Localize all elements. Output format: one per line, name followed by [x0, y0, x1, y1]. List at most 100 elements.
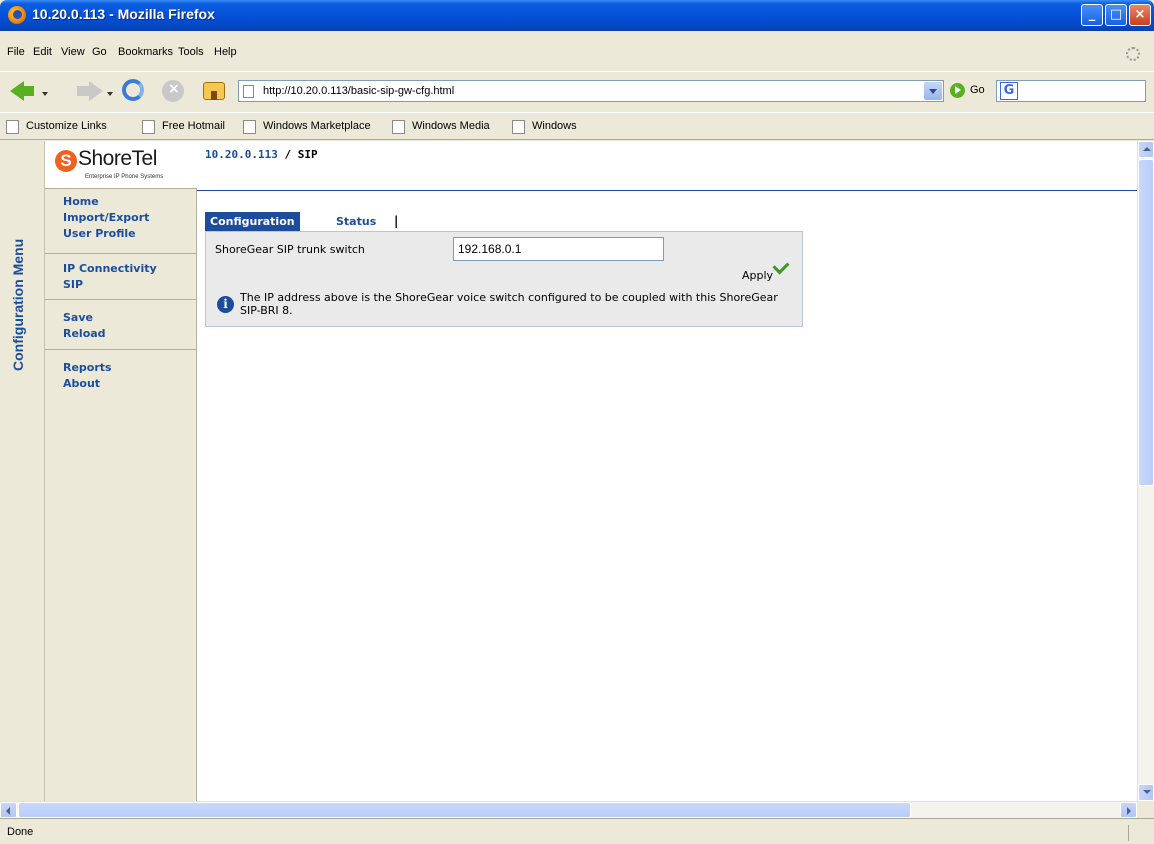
forward-arrow-icon [89, 81, 103, 101]
bookmark-page-icon [142, 120, 155, 134]
address-history-dropdown-icon[interactable] [924, 82, 942, 100]
go-button[interactable]: Go [950, 82, 990, 100]
shoretel-logo-icon: S [55, 150, 77, 172]
sidebar-item-home[interactable]: Home [63, 195, 99, 208]
close-window-button[interactable]: × [1129, 4, 1151, 26]
sidebar-item-about[interactable]: About [63, 377, 100, 390]
address-bar[interactable]: http://10.20.0.113/basic-sip-gw-cfg.html [238, 80, 944, 102]
main-panel: 10.20.0.113 / SIP Configuration Status |… [197, 141, 1137, 801]
logo: S ShoreTel Enterprise IP Phone Systems [45, 141, 197, 189]
go-icon [950, 83, 965, 98]
configuration-menu-strip[interactable]: Configuration Menu [0, 141, 45, 801]
vertical-scroll-thumb[interactable] [1138, 159, 1154, 486]
page-icon [243, 85, 254, 98]
window-title-bar[interactable]: 10.20.0.113 - Mozilla Firefox _ □ × [0, 0, 1154, 31]
sip-trunk-switch-label: ShoreGear SIP trunk switch [215, 243, 365, 256]
bookmark-label: Customize Links [26, 120, 107, 132]
bookmark-page-icon [512, 120, 525, 134]
scrollbar-corner [1137, 801, 1154, 818]
menu-view[interactable]: View [61, 46, 85, 58]
window-title: 10.20.0.113 - Mozilla Firefox [32, 6, 215, 22]
scroll-up-icon[interactable] [1138, 141, 1154, 158]
bookmark-item[interactable]: Windows Media [392, 120, 490, 134]
minimize-button[interactable]: _ [1081, 4, 1103, 26]
configuration-panel: ShoreGear SIP trunk switch Apply i The I… [205, 231, 803, 327]
status-divider [1128, 825, 1129, 841]
reload-icon [122, 79, 144, 101]
tab-separator: | [394, 214, 399, 228]
logo-tagline: Enterprise IP Phone Systems [85, 174, 164, 180]
bookmark-page-icon [6, 120, 19, 134]
bookmark-label: Free Hotmail [162, 120, 225, 132]
home-button[interactable] [200, 78, 230, 104]
vertical-scrollbar[interactable] [1137, 141, 1154, 801]
sidebar-item-import-export[interactable]: Import/Export [63, 211, 149, 224]
status-bar: Done [0, 818, 1154, 844]
forward-history-dropdown-icon[interactable] [107, 92, 113, 96]
bookmark-item[interactable]: Windows [512, 120, 577, 134]
sidebar: S ShoreTel Enterprise IP Phone Systems H… [45, 141, 197, 801]
breadcrumb: 10.20.0.113 / SIP [205, 148, 318, 161]
sidebar-item-save[interactable]: Save [63, 311, 93, 324]
address-url[interactable]: http://10.20.0.113/basic-sip-gw-cfg.html [263, 85, 454, 97]
page-header: 10.20.0.113 / SIP [197, 141, 1137, 191]
scroll-right-icon[interactable] [1120, 802, 1137, 818]
bookmark-label: Windows Media [412, 120, 490, 132]
tab-configuration[interactable]: Configuration [205, 212, 300, 231]
breadcrumb-current: SIP [297, 148, 318, 161]
stop-icon [162, 80, 184, 102]
tab-status[interactable]: Status [331, 212, 381, 231]
configuration-menu-label: Configuration Menu [10, 238, 26, 371]
home-icon [203, 82, 225, 100]
sidebar-item-reload[interactable]: Reload [63, 327, 106, 340]
search-input[interactable]: G [996, 80, 1146, 102]
nav-group: Home Import/Export User Profile [45, 189, 197, 254]
back-history-dropdown-icon[interactable] [42, 92, 48, 96]
maximize-button[interactable]: □ [1105, 4, 1127, 26]
menu-go[interactable]: Go [92, 46, 107, 58]
bookmark-item[interactable]: Free Hotmail [142, 120, 225, 134]
sidebar-item-reports[interactable]: Reports [63, 361, 112, 374]
go-label: Go [970, 84, 985, 96]
bookmark-page-icon [243, 120, 256, 134]
menu-file[interactable]: File [7, 46, 25, 58]
bookmark-item[interactable]: Customize Links [6, 120, 107, 134]
sip-trunk-switch-input[interactable] [453, 237, 664, 261]
search-engine-icon[interactable]: G [1000, 82, 1018, 100]
throbber-icon [1126, 47, 1140, 61]
status-text: Done [7, 826, 34, 838]
bookmark-label: Windows Marketplace [263, 120, 371, 132]
scroll-down-icon[interactable] [1138, 784, 1154, 801]
reload-button[interactable] [120, 78, 150, 104]
apply-button[interactable]: Apply [742, 269, 773, 282]
stop-button[interactable] [160, 78, 190, 104]
info-message: The IP address above is the ShoreGear vo… [240, 291, 778, 317]
breadcrumb-host[interactable]: 10.20.0.113 [205, 148, 278, 161]
sidebar-item-ip-connectivity[interactable]: IP Connectivity [63, 262, 157, 275]
menu-help[interactable]: Help [214, 46, 237, 58]
nav-group: Save Reload [45, 300, 197, 350]
menu-tools[interactable]: Tools [178, 46, 204, 58]
bookmark-label: Windows [532, 120, 577, 132]
info-icon: i [217, 296, 234, 313]
horizontal-scroll-thumb[interactable] [18, 802, 911, 818]
nav-group: Reports About [45, 350, 197, 400]
menu-edit[interactable]: Edit [33, 46, 52, 58]
scroll-left-icon[interactable] [0, 802, 17, 818]
bookmarks-toolbar: Customize Links Free Hotmail Windows Mar… [0, 112, 1154, 140]
sidebar-item-sip[interactable]: SIP [63, 278, 83, 291]
logo-brand: ShoreTel [78, 147, 157, 170]
menu-bar: File Edit View Go Bookmarks Tools Help [0, 31, 1154, 71]
horizontal-scrollbar[interactable] [0, 801, 1137, 818]
bookmark-item[interactable]: Windows Marketplace [243, 120, 371, 134]
checkmark-icon[interactable] [772, 257, 790, 275]
breadcrumb-separator: / [284, 148, 292, 161]
sidebar-item-user-profile[interactable]: User Profile [63, 227, 136, 240]
bookmark-page-icon [392, 120, 405, 134]
forward-button[interactable] [77, 78, 117, 104]
page-content: Configuration Menu S ShoreTel Enterprise… [0, 141, 1137, 801]
back-button[interactable] [10, 78, 50, 104]
menu-bookmarks[interactable]: Bookmarks [118, 46, 173, 58]
firefox-icon [8, 6, 26, 24]
nav-group: IP Connectivity SIP [45, 254, 197, 300]
